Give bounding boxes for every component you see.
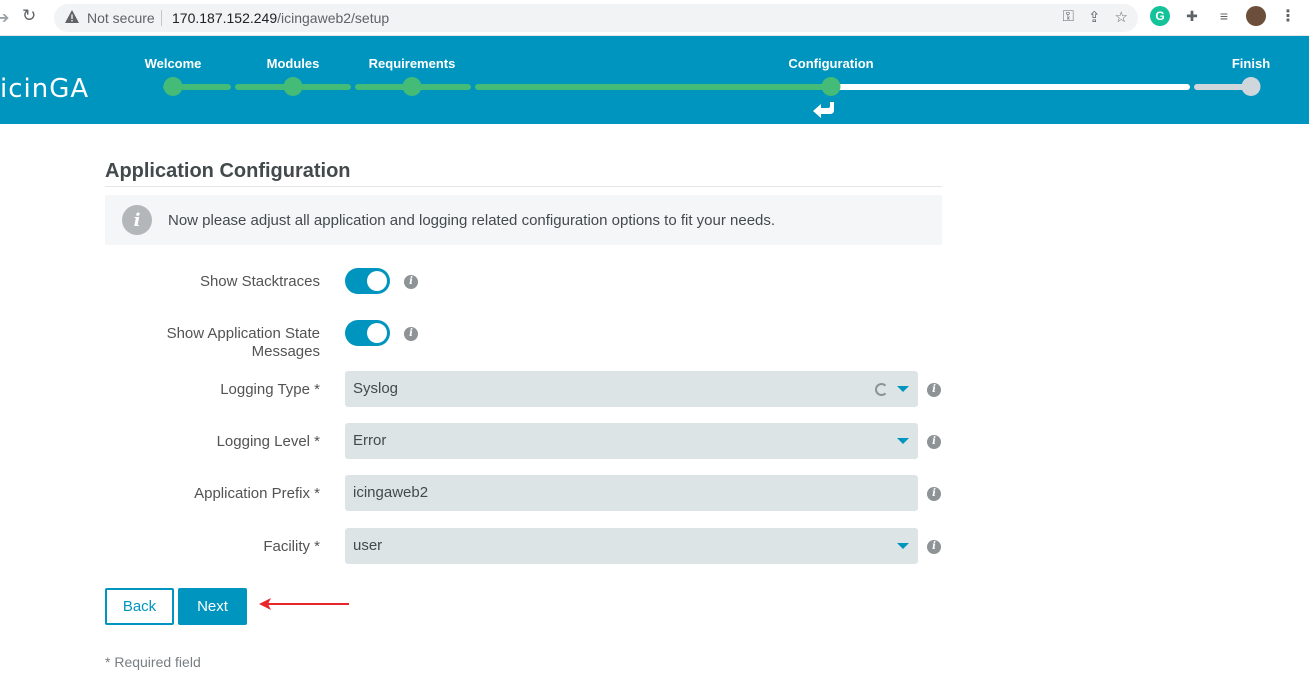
loading-spinner-icon <box>875 383 888 396</box>
profile-avatar[interactable] <box>1246 6 1266 26</box>
progress-bar-configuration-done <box>475 84 830 90</box>
step-configuration: Configuration <box>788 56 874 71</box>
browser-toolbar: ➔ ↻ Not secure 170.187.152.249/icingaweb… <box>0 0 1309 36</box>
chevron-down-icon <box>897 543 909 549</box>
info-icon: i <box>122 205 152 235</box>
setup-form-container: Application Configuration i Now please a… <box>105 160 942 670</box>
address-bar[interactable]: Not secure 170.187.152.249/icingaweb2/se… <box>54 4 1138 32</box>
help-icon[interactable]: i <box>927 383 941 397</box>
required-field-note: * Required field <box>105 654 201 670</box>
show-state-messages-label: Show Application State Messages <box>120 325 320 361</box>
back-button[interactable]: Back <box>105 588 174 625</box>
logging-level-value: Error <box>353 432 387 449</box>
logging-level-select[interactable]: Error <box>345 423 918 459</box>
grammarly-extension-icon[interactable]: G <box>1150 6 1170 26</box>
step-modules: Modules <box>266 56 320 71</box>
show-stacktraces-toggle[interactable] <box>345 268 390 294</box>
step-requirements: Requirements <box>368 56 456 71</box>
help-icon[interactable]: i <box>927 435 941 449</box>
step-dot-welcome <box>163 77 183 96</box>
show-state-messages-label-line2: Messages <box>251 343 320 360</box>
logging-type-label: Logging Type * <box>220 381 320 398</box>
share-icon[interactable]: ⇪ <box>1088 8 1101 26</box>
step-finish: Finish <box>1231 56 1271 71</box>
step-dot-requirements <box>402 77 422 96</box>
current-step-arrow-icon <box>813 102 834 118</box>
url-path: /icingaweb2/setup <box>277 10 390 26</box>
step-dot-finish <box>1241 77 1261 96</box>
chevron-down-icon <box>897 386 909 392</box>
star-icon[interactable]: ☆ <box>1115 8 1128 26</box>
step-welcome: Welcome <box>144 56 202 71</box>
facility-label: Facility * <box>263 538 320 555</box>
icinga-logo: icinGA <box>0 74 90 104</box>
reading-list-icon[interactable]: ≡ <box>1214 6 1234 26</box>
help-icon[interactable]: i <box>404 327 418 341</box>
chevron-down-icon <box>897 438 909 444</box>
show-stacktraces-label: Show Stacktraces <box>199 273 320 290</box>
progress-bar-configuration-pending <box>830 84 1190 90</box>
logging-type-select[interactable]: Syslog <box>345 371 918 407</box>
step-dot-configuration <box>821 77 841 96</box>
info-text: Now please adjust all application and lo… <box>168 211 776 229</box>
help-icon[interactable]: i <box>404 275 418 289</box>
kebab-menu-icon[interactable]: ⋮ <box>1278 6 1298 26</box>
url-host: 170.187.152.249 <box>172 10 278 26</box>
show-state-messages-toggle[interactable] <box>345 320 390 346</box>
help-icon[interactable]: i <box>927 487 941 501</box>
setup-header: icinGA Welcome Modules Requirements Conf… <box>0 36 1309 124</box>
show-state-messages-label-line1: Show Application State <box>166 325 320 342</box>
security-label[interactable]: Not secure <box>87 10 155 26</box>
application-prefix-value: icingaweb2 <box>353 484 429 501</box>
key-icon[interactable]: ⚿ <box>1063 8 1074 26</box>
reload-icon[interactable]: ↻ <box>22 6 36 26</box>
toggle-knob <box>367 271 387 291</box>
logging-level-label: Logging Level * <box>216 433 320 450</box>
facility-value: user <box>353 537 383 554</box>
step-dot-modules <box>283 77 303 96</box>
logging-type-value: Syslog <box>353 380 399 397</box>
next-button[interactable]: Next <box>178 588 247 625</box>
toggle-knob <box>367 323 387 343</box>
facility-select[interactable]: user <box>345 528 918 564</box>
warning-icon <box>65 10 79 23</box>
url-text[interactable]: 170.187.152.249/icingaweb2/setup <box>172 10 389 26</box>
forward-icon[interactable]: ➔ <box>0 8 9 28</box>
info-message: i Now please adjust all application and … <box>105 195 942 245</box>
help-icon[interactable]: i <box>927 540 941 554</box>
application-prefix-input[interactable]: icingaweb2 <box>345 475 918 511</box>
red-arrow-annotation <box>259 598 349 610</box>
application-prefix-label: Application Prefix * <box>194 485 320 502</box>
extensions-puzzle-icon[interactable]: ✚ <box>1182 6 1202 26</box>
page-title: Application Configuration <box>105 160 942 187</box>
url-separator <box>161 10 162 26</box>
